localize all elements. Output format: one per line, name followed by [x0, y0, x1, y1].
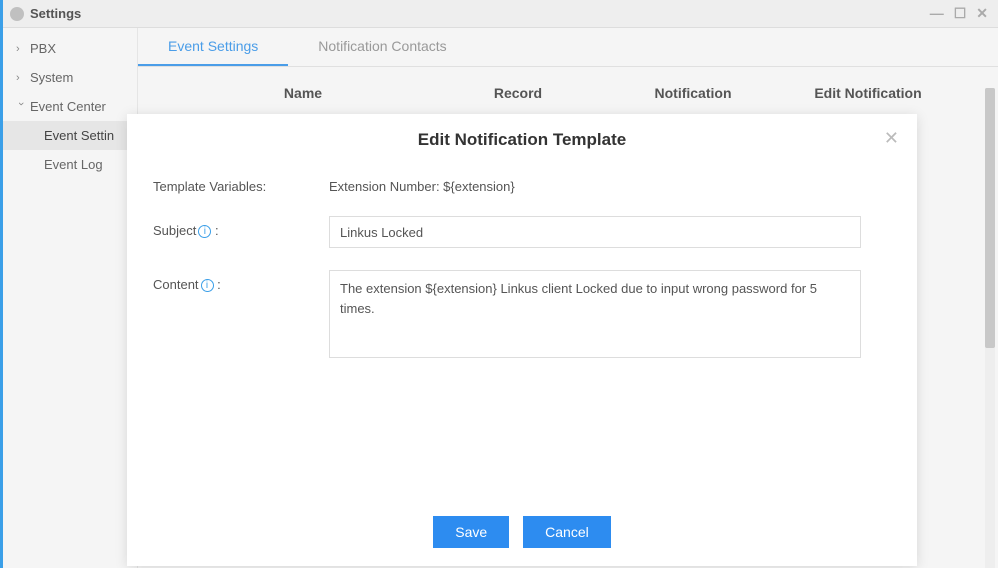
- info-icon[interactable]: i: [201, 279, 214, 292]
- column-header-name: Name: [178, 85, 428, 101]
- cancel-button[interactable]: Cancel: [523, 516, 611, 548]
- sidebar-item-system[interactable]: › System: [0, 63, 137, 92]
- sidebar-item-label: Event Center: [30, 99, 106, 114]
- chevron-down-icon: ›: [15, 102, 27, 112]
- modal-header: Edit Notification Template ✕: [127, 114, 917, 158]
- sidebar-item-event-center[interactable]: › Event Center: [0, 92, 137, 121]
- tab-label: Event Settings: [168, 38, 258, 54]
- subject-label-text: Subject: [153, 223, 196, 238]
- sidebar-item-label: System: [30, 70, 73, 85]
- window-title: Settings: [30, 6, 81, 21]
- tab-notification-contacts[interactable]: Notification Contacts: [288, 28, 476, 66]
- column-header-notification: Notification: [608, 85, 778, 101]
- template-variables-value: Extension Number: ${extension}: [329, 172, 515, 194]
- tabs-bar: Event Settings Notification Contacts: [138, 28, 998, 67]
- sidebar-subitem-event-settings[interactable]: Event Settin: [0, 121, 137, 150]
- tab-label: Notification Contacts: [318, 38, 446, 54]
- content-label: Contenti :: [153, 270, 329, 292]
- save-button[interactable]: Save: [433, 516, 509, 548]
- content-textarea[interactable]: [329, 270, 861, 358]
- template-variables-label: Template Variables:: [153, 172, 329, 194]
- modal-footer: Save Cancel: [127, 500, 917, 566]
- column-header-edit: Edit Notification: [778, 85, 958, 101]
- close-window-icon[interactable]: ✕: [976, 5, 988, 22]
- column-header-record: Record: [428, 85, 608, 101]
- info-icon[interactable]: i: [198, 225, 211, 238]
- maximize-icon[interactable]: ☐: [954, 5, 967, 22]
- close-icon[interactable]: ✕: [884, 128, 899, 149]
- modal-edit-notification-template: Edit Notification Template ✕ Template Va…: [127, 114, 917, 566]
- subject-label: Subjecti :: [153, 216, 329, 238]
- sidebar-subitem-event-log[interactable]: Event Log: [0, 150, 137, 179]
- scrollbar-thumb[interactable]: [985, 88, 995, 348]
- minimize-icon[interactable]: —: [930, 5, 944, 22]
- gear-icon: [10, 7, 24, 21]
- sidebar-subitem-label: Event Log: [44, 157, 103, 172]
- sidebar-item-pbx[interactable]: › PBX: [0, 34, 137, 63]
- sidebar-subitem-label: Event Settin: [44, 128, 114, 143]
- sidebar: › PBX › System › Event Center Event Sett…: [0, 28, 138, 568]
- chevron-right-icon: ›: [16, 72, 26, 84]
- table-header: Name Record Notification Edit Notificati…: [138, 67, 998, 119]
- chevron-right-icon: ›: [16, 43, 26, 55]
- content-label-text: Content: [153, 277, 199, 292]
- subject-input[interactable]: [329, 216, 861, 248]
- tab-event-settings[interactable]: Event Settings: [138, 28, 288, 66]
- modal-title: Edit Notification Template: [147, 130, 897, 150]
- sidebar-item-label: PBX: [30, 41, 56, 56]
- title-bar: Settings — ☐ ✕: [0, 0, 998, 28]
- left-accent-bar: [0, 0, 3, 568]
- window-controls: — ☐ ✕: [930, 5, 988, 22]
- modal-body: Template Variables: Extension Number: ${…: [127, 158, 917, 500]
